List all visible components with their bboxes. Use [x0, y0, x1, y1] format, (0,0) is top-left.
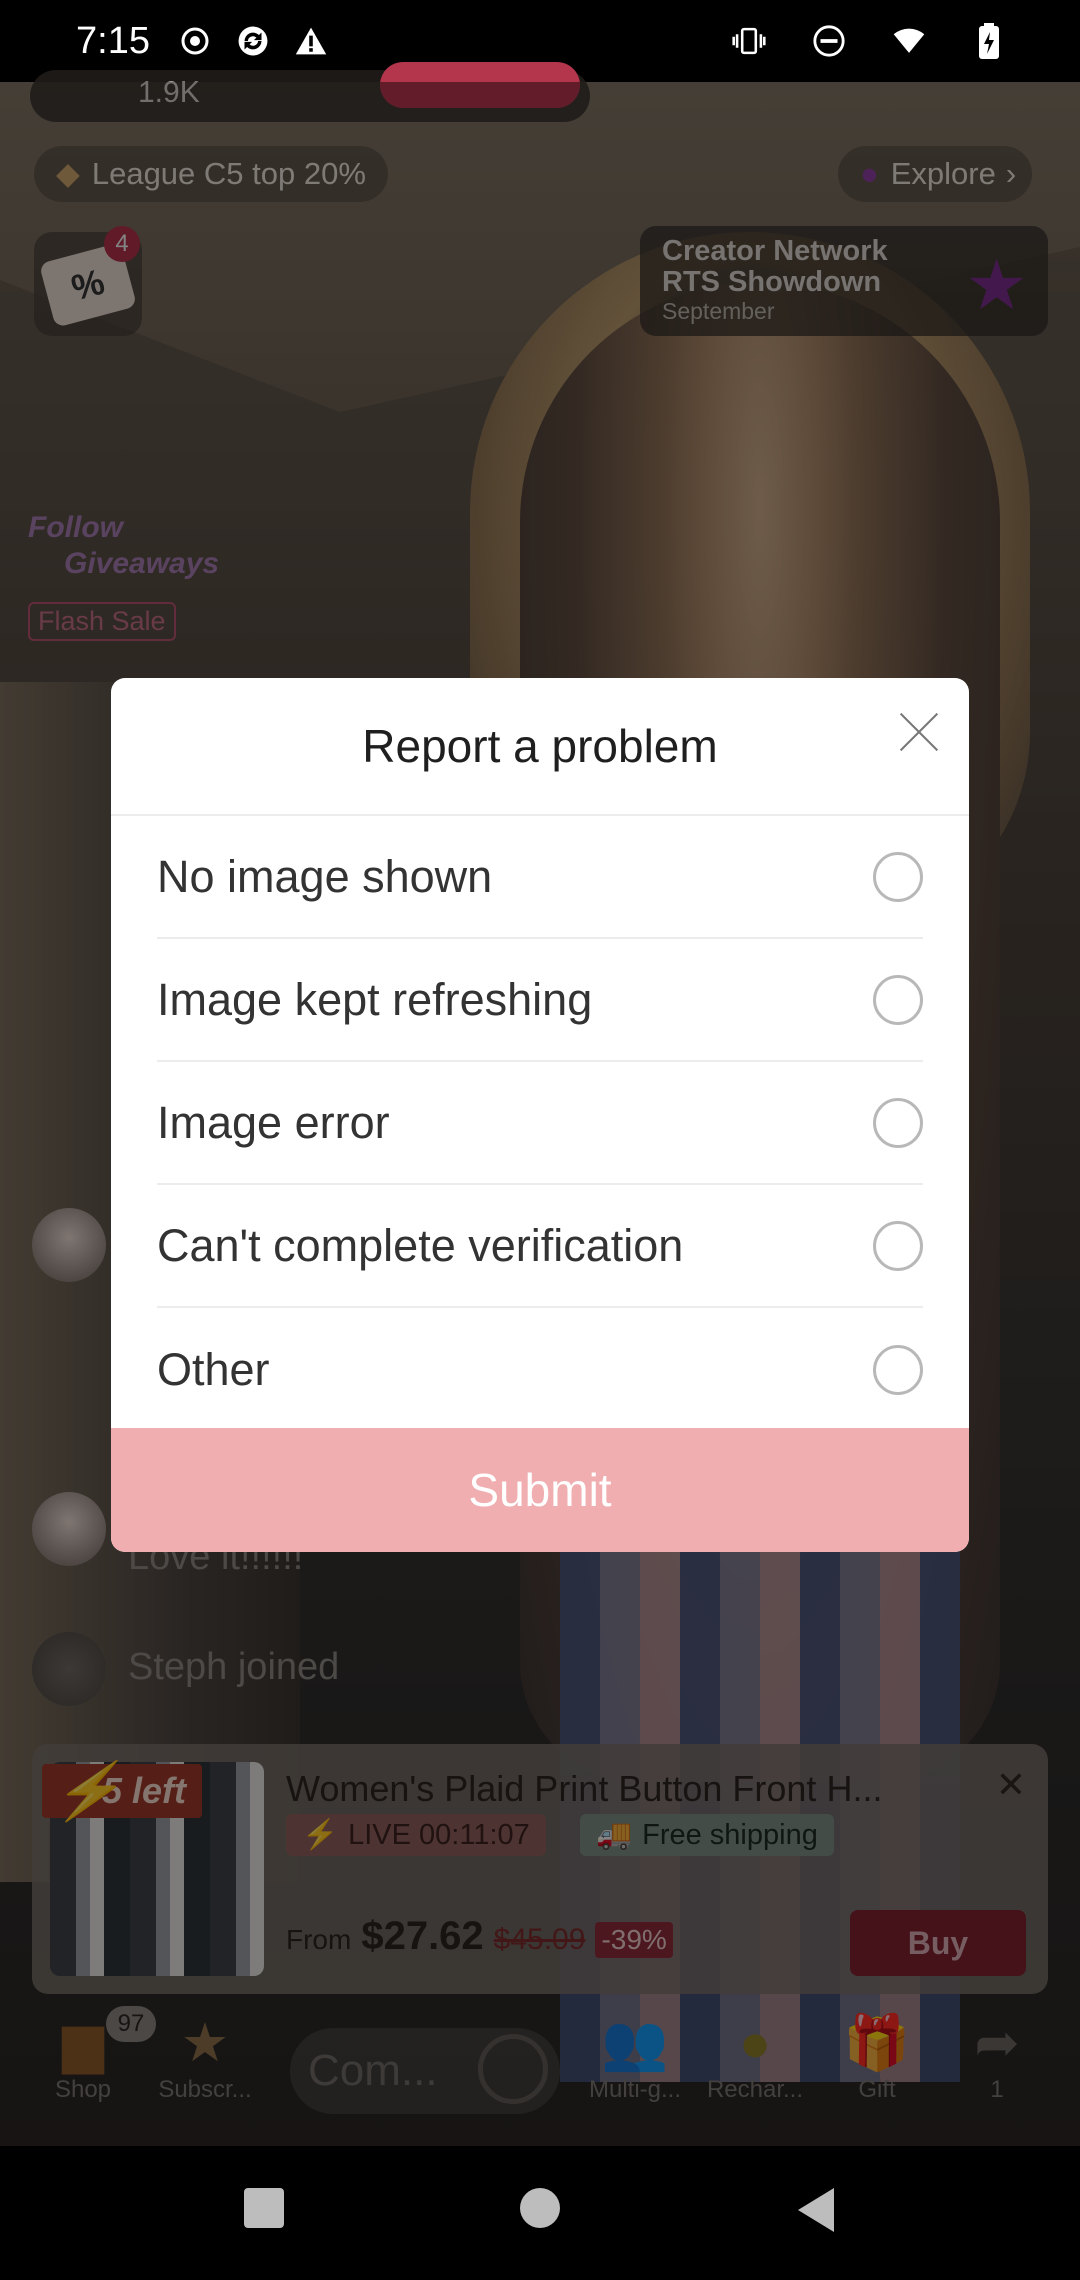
option-image-error[interactable]: Image error	[157, 1062, 923, 1185]
radio-button[interactable]	[873, 851, 923, 902]
sync-icon	[236, 24, 270, 58]
recents-button[interactable]	[242, 2186, 286, 2235]
option-label: Other	[157, 1343, 270, 1395]
option-no-image[interactable]: No image shown	[157, 816, 923, 939]
close-icon[interactable]	[899, 712, 939, 752]
option-label: Can't complete verification	[157, 1219, 684, 1271]
option-cant-verify[interactable]: Can't complete verification	[157, 1185, 923, 1308]
option-other[interactable]: Other	[157, 1308, 923, 1431]
home-button[interactable]	[518, 2186, 562, 2235]
radio-button[interactable]	[873, 1220, 923, 1271]
option-label: Image kept refreshing	[157, 973, 593, 1025]
dnd-icon	[812, 24, 846, 58]
report-options: No image shown Image kept refreshing Ima…	[157, 816, 923, 1431]
record-icon	[178, 24, 212, 58]
status-time: 7:15	[76, 19, 150, 62]
dialog-title: Report a problem	[362, 720, 718, 772]
battery-icon	[972, 23, 1006, 59]
wifi-icon	[892, 24, 926, 58]
radio-button[interactable]	[873, 1344, 923, 1395]
back-button[interactable]	[794, 2186, 838, 2239]
triangle-back-icon	[798, 2188, 834, 2232]
circle-icon	[520, 2188, 560, 2228]
square-icon	[244, 2188, 284, 2228]
option-label: No image shown	[157, 850, 493, 902]
option-image-refreshing[interactable]: Image kept refreshing	[157, 939, 923, 1062]
navigation-bar	[0, 2146, 1080, 2280]
warning-icon	[294, 24, 328, 58]
vibrate-icon	[732, 24, 766, 58]
dialog-header: Report a problem	[111, 678, 969, 816]
option-label: Image error	[157, 1096, 390, 1148]
radio-button[interactable]	[873, 1097, 923, 1148]
radio-button[interactable]	[873, 974, 923, 1025]
report-problem-dialog: Report a problem No image shown Image ke…	[111, 678, 969, 1552]
submit-button[interactable]: Submit	[111, 1428, 969, 1552]
